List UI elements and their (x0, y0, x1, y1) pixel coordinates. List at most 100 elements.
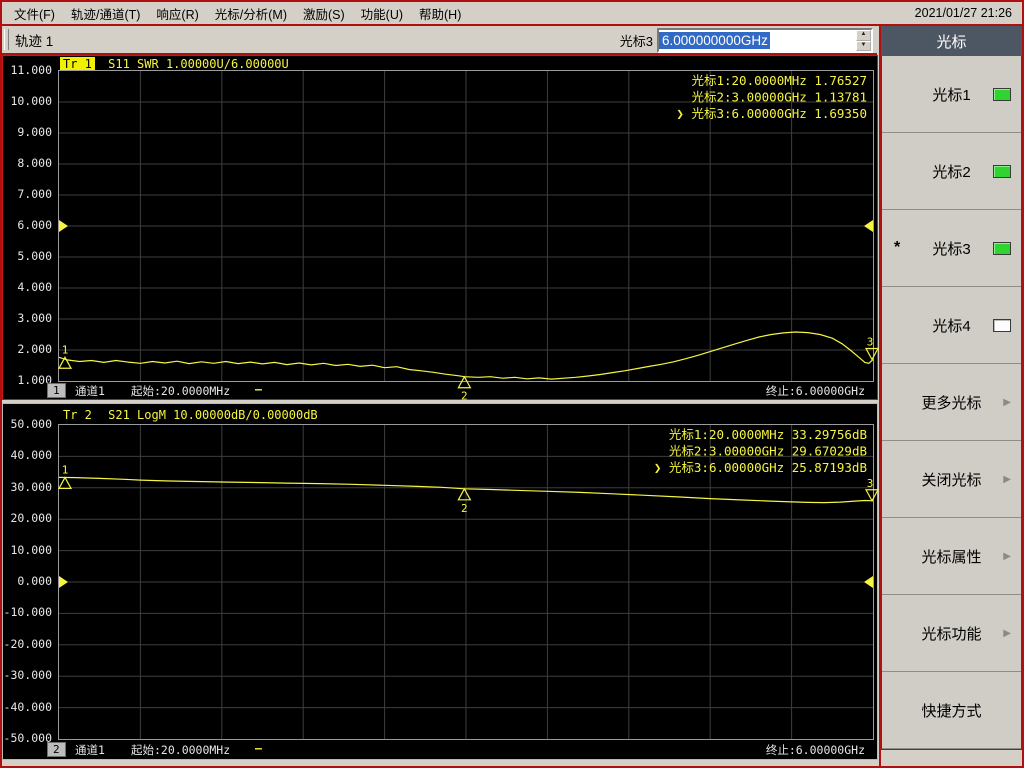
trace2-badge[interactable]: Tr 2 (60, 408, 95, 422)
softkey-label: 快捷方式 (921, 702, 982, 720)
sidebar-item-more-markers[interactable]: 更多光标 ▶ (882, 364, 1021, 441)
softkey-label: 光标1 (932, 86, 971, 104)
sidebar-item-marker-functions[interactable]: 光标功能 ▶ (882, 595, 1021, 672)
submenu-arrow-icon: ▶ (1003, 473, 1011, 485)
menu-response[interactable]: 响应(R) (148, 2, 206, 25)
marker-readout: ❯ 光标3:6.00000GHz 25.87193dB (654, 460, 867, 475)
stop-frequency: 终止:6.00000GHz (765, 743, 865, 757)
marker-entry-group: 光标3 6.000000000GHz ▲ ▼ (620, 28, 873, 53)
y-axis-label: 7.000 (17, 187, 52, 201)
y-axis-label: 5.000 (17, 249, 52, 263)
sidebar-item-marker4[interactable]: 光标4 (882, 287, 1021, 364)
marker-symbol-1 (57, 476, 73, 490)
y-axis-label: 50.000 (10, 417, 52, 431)
trace2-y-axis: 50.000 40.000 30.000 20.000 10.000 0.000 -10.0… (3, 404, 55, 759)
menu-stimulus[interactable]: 激励(S) (295, 2, 353, 25)
active-trace-label: 轨迹 1 (15, 33, 54, 49)
frequency-spinner: ▲ ▼ (856, 30, 871, 51)
y-axis-label: 6.000 (17, 218, 52, 232)
sidebar-item-marker-properties[interactable]: 光标属性 ▶ (882, 518, 1021, 595)
marker-readout: ❯ 光标3:6.00000GHz 1.69350 (676, 106, 867, 121)
menu-help[interactable]: 帮助(H) (411, 2, 469, 25)
menu-function[interactable]: 功能(U) (353, 2, 411, 25)
reference-level-marker-right (864, 576, 873, 588)
sidebar-item-marker3[interactable]: * 光标3 (882, 210, 1021, 287)
marker-number-label: 1 (62, 463, 69, 476)
panel-title: 光标 (881, 26, 1022, 56)
reference-level-marker-left (59, 576, 68, 588)
softkey-label: 光标4 (932, 317, 971, 335)
channel-badge: 1 (47, 383, 66, 398)
marker-readout: 光标2:3.00000GHz 29.67029dB (669, 444, 867, 459)
y-axis-label: 3.000 (17, 311, 52, 325)
y-axis-label: -20.000 (3, 636, 52, 651)
marker-symbol-2 (457, 487, 472, 501)
y-axis-label: 2.000 (17, 342, 52, 356)
marker-state-led (993, 318, 1011, 332)
softkey-label: 光标功能 (921, 625, 982, 643)
channel-badge: 2 (47, 742, 66, 757)
y-axis-label: 10.000 (10, 542, 52, 557)
marker-entry-label: 光标3 (619, 34, 653, 49)
y-axis-label: 30.000 (10, 479, 52, 494)
marker-frequency-value: 6.000000000GHz (659, 32, 770, 49)
y-axis-label: -30.000 (3, 668, 52, 683)
softkey-label: 光标2 (932, 163, 971, 181)
marker-state-led (993, 241, 1011, 255)
y-axis-label: 10.000 (10, 94, 52, 108)
channel-label: 通道1 (75, 743, 105, 757)
toolbar-grip-handle[interactable] (4, 29, 9, 50)
trace2-window: Tr 2 S21 LogM 10.00000dB/0.00000dB 50.00… (2, 403, 880, 760)
sidebar-item-marker1[interactable]: 光标1 (882, 56, 1021, 133)
marker-number-label: 1 (62, 343, 69, 356)
menu-file[interactable]: 文件(F) (6, 2, 63, 25)
sidebar-item-marker2[interactable]: 光标2 (882, 133, 1021, 210)
reference-level-marker-left (59, 220, 68, 232)
start-frequency: 起始:20.0000MHz (131, 384, 231, 398)
trace2-status-bar: 2 通道1 起始:20.0000MHz — 终止:6.00000GHz (3, 741, 877, 758)
y-axis-label: 0.000 (17, 574, 52, 588)
y-axis-label: 9.000 (17, 125, 52, 139)
softkey-label: 关闭光标 (921, 471, 982, 489)
input-empty-area (769, 30, 856, 51)
y-axis-label: 8.000 (17, 156, 52, 170)
trace1-plot-area[interactable]: 1 2 3 光标1:20.0000MHz 1.76527 光标2:3.00000GHz … (57, 70, 880, 403)
chart-canvas: 1 2 3 光标1:20.0000MHz 33.29756dB 光标2:3.00000G… (57, 425, 880, 739)
menu-marker-analysis[interactable]: 光标/分析(M) (207, 2, 295, 25)
softkey-label: 光标属性 (921, 548, 982, 566)
menu-trace-channel[interactable]: 轨迹/通道(T) (63, 2, 148, 25)
marker-number-label: 3 (867, 336, 874, 349)
toolbar: 轨迹 1 光标3 6.000000000GHz ▲ ▼ (2, 26, 877, 55)
trace1-measurement-info: S11 SWR 1.00000U/6.00000U (108, 57, 289, 71)
submenu-arrow-icon: ▶ (1003, 550, 1011, 562)
softkey-label: 光标3 (932, 240, 971, 258)
marker-frequency-input[interactable]: 6.000000000GHz ▲ ▼ (657, 28, 873, 53)
clock: 2021/01/27 21:26 (914, 6, 1012, 20)
marker-number-label: 3 (867, 477, 874, 490)
marker-state-led (993, 87, 1011, 101)
y-axis-label: -40.000 (3, 699, 52, 714)
submenu-arrow-icon: ▶ (1003, 627, 1011, 639)
sidebar-item-shortcuts[interactable]: 快捷方式 (882, 672, 1021, 749)
y-axis-label: -10.000 (3, 605, 52, 620)
sidebar-item-close-markers[interactable]: 关闭光标 ▶ (882, 441, 1021, 518)
marker-softkey-panel: 光标 光标1 光标2 * 光标3 光标4 更多光标 ▶ 关闭光标 ▶ 光标属性 ▶ 光标功能 ▶ 快捷方式 (879, 26, 1022, 766)
menu-bar: 文件(F) 轨迹/通道(T) 响应(R) 光标/分析(M) 激励(S) 功能(U) 帮助(H… (2, 2, 1022, 26)
trace2-plot-area[interactable]: 1 2 3 光标1:20.0000MHz 33.29756dB 光标2:3.00000G… (57, 424, 880, 740)
trace-color-key: — (255, 741, 262, 755)
trace1-badge[interactable]: Tr 1 (60, 57, 95, 71)
y-axis-label: 11.000 (10, 63, 52, 77)
y-axis-label: 20.000 (10, 511, 52, 526)
marker-readout: 光标1:20.0000MHz 33.29756dB (669, 427, 867, 442)
trace2-header: Tr 2 S21 LogM 10.00000dB/0.00000dB (60, 408, 318, 422)
trace1-header: Tr 1 S11 SWR 1.00000U/6.00000U (60, 57, 289, 71)
spinner-up-button[interactable]: ▲ (856, 30, 871, 41)
softkey-label: 更多光标 (921, 394, 982, 412)
marker-readout: 光标2:3.00000GHz 1.13781 (691, 90, 867, 105)
marker-state-led (993, 164, 1011, 178)
trace1-window: Tr 1 S11 SWR 1.00000U/6.00000U 11.000 10.… (2, 55, 880, 403)
vna-application: 文件(F) 轨迹/通道(T) 响应(R) 光标/分析(M) 激励(S) 功能(U) 帮助(H… (0, 0, 1024, 768)
trace1-status-bar: 1 通道1 起始:20.0000MHz — 终止:6.00000GHz (3, 382, 877, 399)
start-frequency: 起始:20.0000MHz (131, 743, 231, 757)
spinner-down-button[interactable]: ▼ (856, 40, 871, 51)
